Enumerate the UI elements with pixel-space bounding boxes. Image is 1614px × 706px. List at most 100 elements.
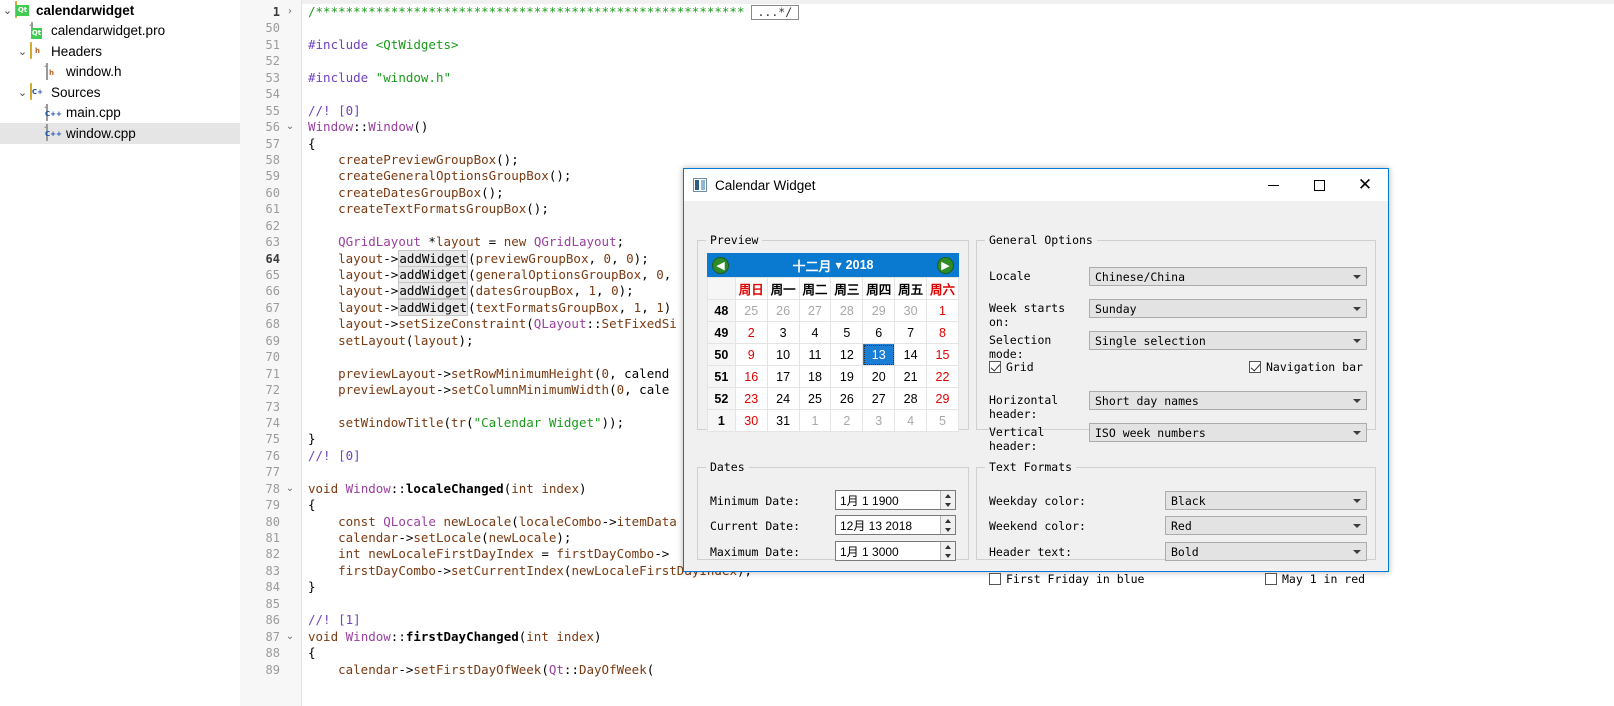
calendar-body[interactable]: 48 25 26 27 28 29 30 1 49 2 3 4 5 6 7 8 50 9 10 11 12 13 14 15 5… bbox=[707, 299, 959, 432]
calendar-day-cell[interactable]: 22 bbox=[926, 365, 959, 388]
calendar-nav-bar[interactable]: ◀ 十二月 ▼ 2018 ▶ bbox=[707, 253, 959, 277]
fold-toggle-icon[interactable]: ⌄ bbox=[284, 629, 296, 645]
spin-down-icon[interactable] bbox=[941, 525, 955, 534]
project-tree-pane: ⌄ Qt calendarwidget Qt calendarwidget.pro ⌄ h H… bbox=[0, 0, 240, 706]
close-button[interactable]: ✕ bbox=[1342, 169, 1388, 202]
calendar-day-cell[interactable]: 21 bbox=[894, 365, 928, 388]
calendar-day-cell[interactable]: 12 bbox=[830, 343, 864, 366]
navigation-bar-checkbox[interactable]: Navigation bar bbox=[1249, 360, 1363, 374]
calendar-day-cell[interactable]: 16 bbox=[734, 365, 768, 388]
horizontal-header-combobox[interactable]: Short day names bbox=[1089, 391, 1367, 410]
spinner-buttons[interactable] bbox=[940, 491, 955, 509]
calendar-day-cell[interactable]: 29 bbox=[926, 387, 959, 410]
grid-checkbox[interactable]: Grid bbox=[989, 360, 1034, 374]
preview-groupbox: Preview ◀ 十二月 ▼ 2018 ▶ 周日 周一 周二 周三 周四 周五 周六 48… bbox=[697, 233, 969, 432]
calendar-day-cell[interactable]: 1 bbox=[798, 409, 832, 432]
calendar-day-cell[interactable]: 30 bbox=[734, 409, 768, 432]
fold-badge[interactable]: ...*/ bbox=[750, 5, 800, 20]
calendar-day-cell[interactable]: 6 bbox=[862, 321, 896, 344]
calendar-day-cell[interactable]: 15 bbox=[926, 343, 959, 366]
calendar-day-cell[interactable]: 25 bbox=[734, 299, 768, 322]
calendar-day-cell[interactable]: 4 bbox=[798, 321, 832, 344]
calendar-week-row: 50 9 10 11 12 13 14 15 bbox=[707, 343, 959, 366]
calendar-day-cell[interactable]: 11 bbox=[798, 343, 832, 366]
week-starts-combobox[interactable]: Sunday bbox=[1089, 299, 1367, 318]
calendar-day-cell[interactable]: 1 bbox=[926, 299, 959, 322]
chevron-down-icon[interactable]: ⌄ bbox=[0, 5, 15, 16]
calendar-day-cell[interactable]: 29 bbox=[862, 299, 896, 322]
calendar-day-cell[interactable]: 20 bbox=[862, 365, 896, 388]
calendar-day-cell[interactable]: 26 bbox=[830, 387, 864, 410]
first-friday-checkbox[interactable]: First Friday in blue bbox=[989, 572, 1144, 586]
maximum-date-spinbox[interactable]: 1月 1 3000 bbox=[835, 541, 956, 561]
vertical-header-combobox[interactable]: ISO week numbers bbox=[1089, 423, 1367, 442]
selection-mode-combobox[interactable]: Single selection bbox=[1089, 331, 1367, 350]
locale-combobox[interactable]: Chinese/China bbox=[1089, 267, 1367, 286]
header-text-combobox[interactable]: Bold bbox=[1165, 542, 1367, 561]
tree-item-headers[interactable]: ⌄ h Headers bbox=[0, 41, 240, 62]
calendar-month-label[interactable]: 十二月 bbox=[793, 256, 832, 275]
current-date-spinbox[interactable]: 12月 13 2018 bbox=[835, 515, 956, 535]
minimize-button[interactable] bbox=[1250, 169, 1296, 202]
spin-down-icon[interactable] bbox=[941, 551, 955, 560]
calendar-day-cell[interactable]: 9 bbox=[734, 343, 768, 366]
weekday-color-combobox[interactable]: Black bbox=[1165, 491, 1367, 510]
calendar-day-cell[interactable]: 5 bbox=[926, 409, 959, 432]
tree-item-window-cpp[interactable]: C++ window.cpp bbox=[0, 123, 240, 144]
calendar-day-cell[interactable]: 24 bbox=[766, 387, 800, 410]
calendar-day-cell[interactable]: 2 bbox=[830, 409, 864, 432]
tree-item-main-cpp[interactable]: C++ main.cpp bbox=[0, 103, 240, 124]
fold-toggle-icon[interactable]: › bbox=[284, 4, 296, 20]
calendar-day-cell[interactable]: 14 bbox=[894, 343, 928, 366]
fold-toggle-icon[interactable]: ⌄ bbox=[284, 119, 296, 135]
calendar-year-label[interactable]: 2018 bbox=[846, 258, 874, 272]
calendar-day-cell[interactable]: 30 bbox=[894, 299, 928, 322]
calendar-widget[interactable]: ◀ 十二月 ▼ 2018 ▶ 周日 周一 周二 周三 周四 周五 周六 48 25 26 27 28… bbox=[707, 253, 959, 432]
chevron-down-icon[interactable]: ▼ bbox=[836, 261, 842, 270]
spin-down-icon[interactable] bbox=[941, 500, 955, 509]
calendar-day-cell[interactable]: 28 bbox=[894, 387, 928, 410]
spinner-buttons[interactable] bbox=[940, 542, 955, 560]
spin-up-icon[interactable] bbox=[941, 542, 955, 551]
calendar-day-cell[interactable]: 25 bbox=[798, 387, 832, 410]
calendar-day-cell[interactable]: 17 bbox=[766, 365, 800, 388]
tree-item-sources[interactable]: ⌄ C+ Sources bbox=[0, 82, 240, 103]
may-one-red-label: May 1 in red bbox=[1282, 572, 1366, 586]
calendar-day-cell[interactable]: 23 bbox=[734, 387, 768, 410]
calendar-day-cell[interactable]: 2 bbox=[734, 321, 768, 344]
calendar-day-cell[interactable]: 18 bbox=[798, 365, 832, 388]
calendar-widget-dialog[interactable]: Calendar Widget ✕ Preview ◀ 十二月 ▼ 2018 ▶… bbox=[683, 168, 1389, 586]
calendar-day-cell[interactable]: 10 bbox=[766, 343, 800, 366]
maximize-button[interactable] bbox=[1296, 169, 1342, 202]
tree-item-window-h[interactable]: h window.h bbox=[0, 62, 240, 83]
calendar-day-cell[interactable]: 3 bbox=[766, 321, 800, 344]
calendar-day-cell[interactable]: 3 bbox=[862, 409, 896, 432]
chevron-down-icon[interactable]: ⌄ bbox=[15, 87, 30, 98]
calendar-grid[interactable]: 周日 周一 周二 周三 周四 周五 周六 48 25 26 27 28 29 30 1 49 2 3 4 5 6 7 8 5… bbox=[707, 277, 959, 432]
calendar-day-cell[interactable]: 28 bbox=[830, 299, 864, 322]
next-month-icon[interactable]: ▶ bbox=[937, 256, 954, 274]
tree-item-calendarwidget[interactable]: ⌄ Qt calendarwidget bbox=[0, 0, 240, 21]
spinner-buttons[interactable] bbox=[940, 516, 955, 534]
may-one-red-checkbox[interactable]: May 1 in red bbox=[1265, 572, 1365, 586]
calendar-day-cell[interactable]: 26 bbox=[766, 299, 800, 322]
calendar-day-cell[interactable]: 13 bbox=[862, 343, 896, 366]
dialog-title-bar[interactable]: Calendar Widget ✕ bbox=[684, 169, 1388, 202]
calendar-day-cell[interactable]: 19 bbox=[830, 365, 864, 388]
fold-toggle-icon[interactable]: ⌄ bbox=[284, 481, 296, 497]
spin-up-icon[interactable] bbox=[941, 491, 955, 500]
calendar-day-cell[interactable]: 27 bbox=[862, 387, 896, 410]
chevron-down-icon[interactable]: ⌄ bbox=[15, 46, 30, 57]
minimum-date-spinbox[interactable]: 1月 1 1900 bbox=[835, 490, 956, 510]
calendar-day-cell[interactable]: 27 bbox=[798, 299, 832, 322]
calendar-day-cell[interactable]: 5 bbox=[830, 321, 864, 344]
calendar-day-cell[interactable]: 31 bbox=[766, 409, 800, 432]
spin-up-icon[interactable] bbox=[941, 516, 955, 525]
calendar-day-cell[interactable]: 4 bbox=[894, 409, 928, 432]
prev-month-icon[interactable]: ◀ bbox=[712, 256, 729, 274]
tree-item-calendarwidget-pro[interactable]: Qt calendarwidget.pro bbox=[0, 21, 240, 42]
line-number: 60 bbox=[265, 185, 280, 200]
calendar-day-cell[interactable]: 7 bbox=[894, 321, 928, 344]
calendar-day-cell[interactable]: 8 bbox=[926, 321, 959, 344]
weekend-color-combobox[interactable]: Red bbox=[1165, 516, 1367, 535]
